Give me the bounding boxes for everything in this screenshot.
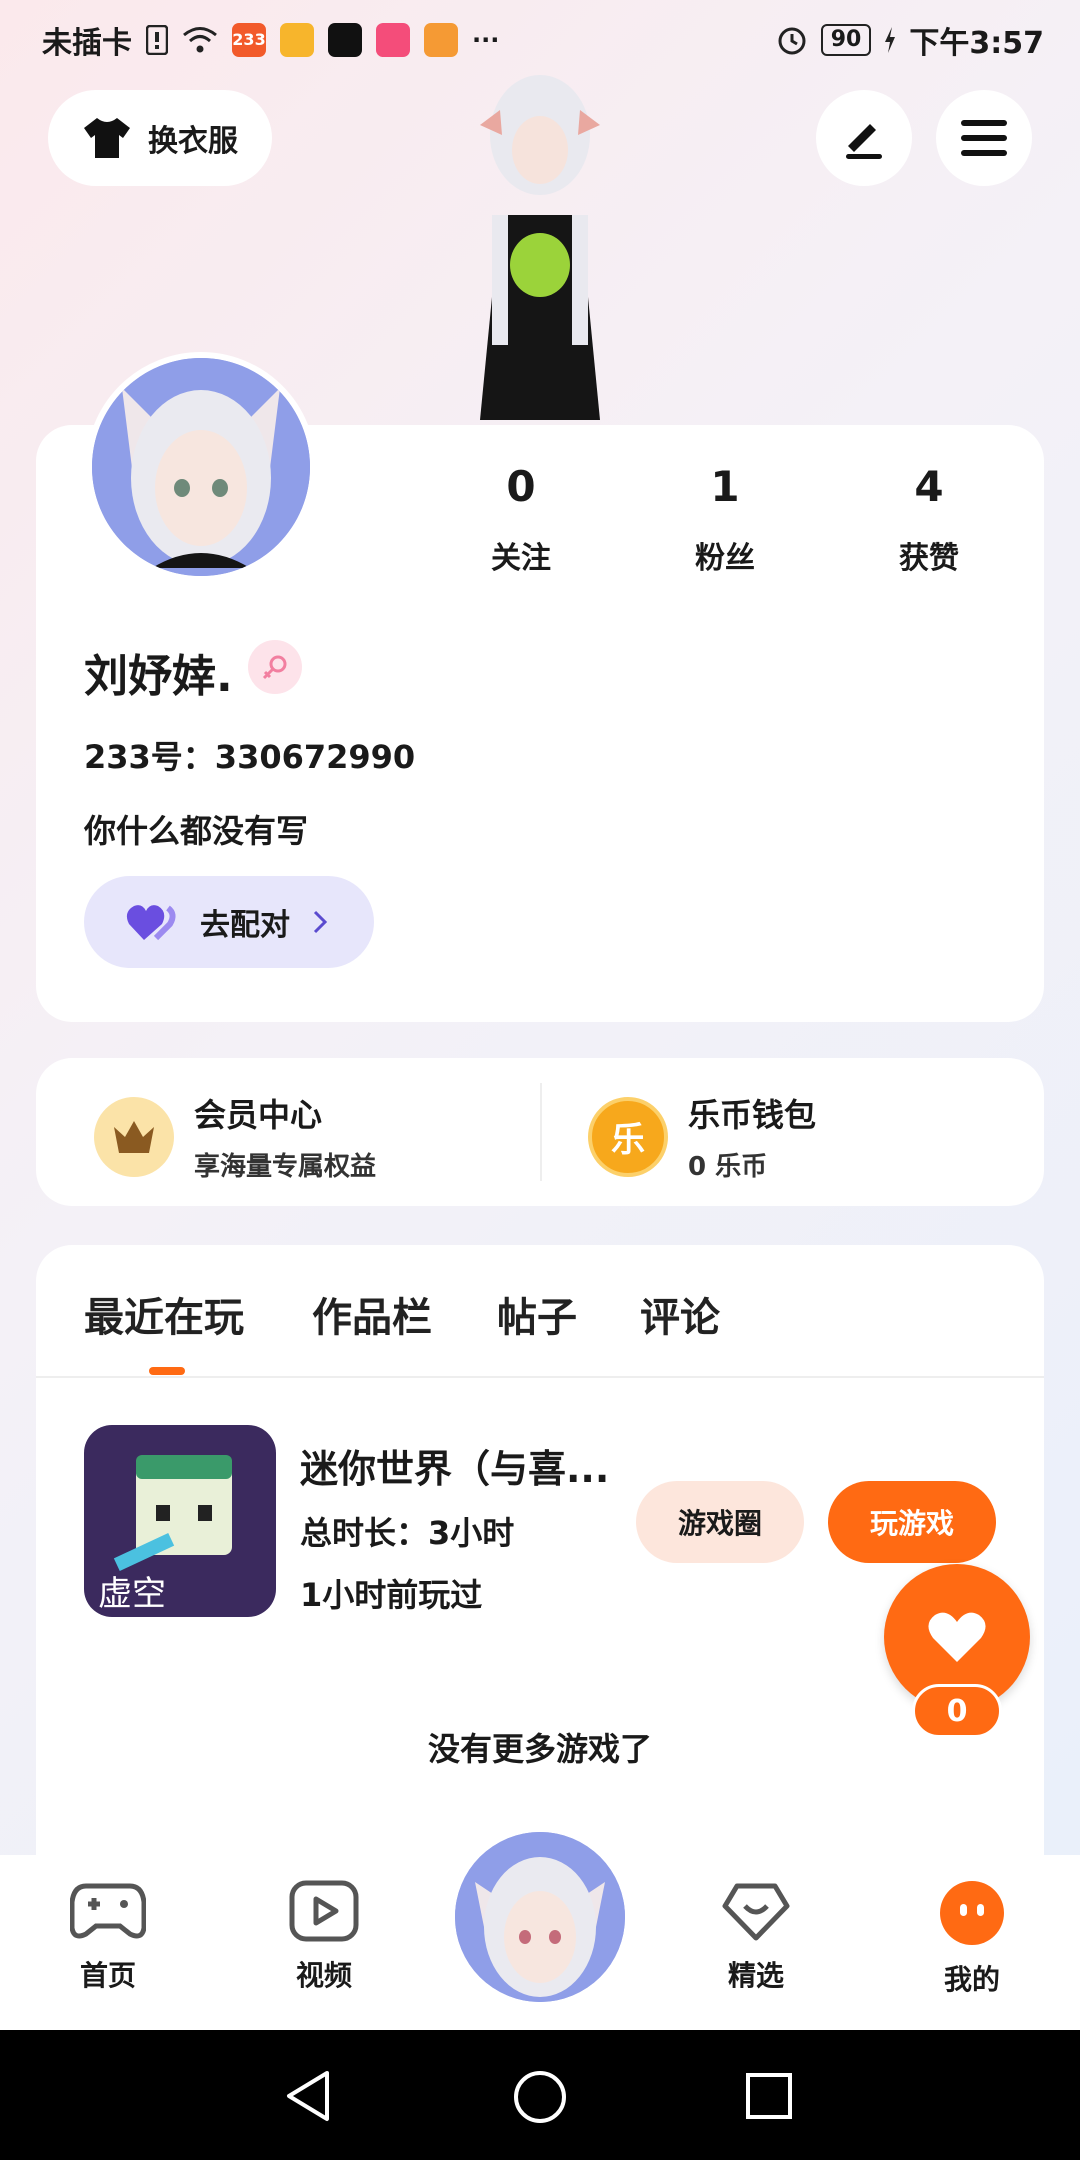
tshirt-icon [84,118,130,158]
edit-profile-button[interactable] [816,90,912,186]
hamburger-menu-icon [961,120,1007,156]
user-bio: 你什么都没有写 [84,812,309,850]
status-right: 90 下午3:57 [775,18,1044,62]
battery-indicator: 90 [820,24,872,56]
edit-pencil-icon [846,124,882,159]
play-game-button[interactable]: 玩游戏 [828,1481,996,1563]
fans-count: 1 [710,462,740,511]
following-count: 0 [506,462,536,511]
profile-face-icon [940,1881,1004,1945]
dress-up-button[interactable]: 换衣服 [48,90,272,186]
tab-works[interactable]: 作品栏 [312,1285,432,1343]
camera-app-icon [328,23,362,57]
profile-avatar[interactable] [86,352,316,582]
heart-icon [928,1612,986,1662]
play-app-icon [424,23,458,57]
nav-video[interactable]: 视频 [254,1880,394,1994]
system-navigation-bar [0,2030,1080,2160]
nav-center-avatar[interactable] [455,1832,625,2002]
likes-label: 获赞 [899,541,959,576]
tab-divider [36,1376,1044,1378]
weibo-icon [280,23,314,57]
recents-square-icon[interactable] [745,2072,793,2120]
wallet-divider [540,1083,542,1181]
nav-home[interactable]: 首页 [38,1880,178,1994]
more-notifications: ··· [472,26,500,54]
nav-home-label: 首页 [79,1959,136,1992]
video-play-icon [289,1880,359,1942]
alarm-icon [778,27,806,55]
nav-mine[interactable]: 我的 [902,1880,1042,1998]
nav-featured-label: 精选 [727,1959,784,1992]
member-center-sub: 享海量专属权益 [194,1152,377,1182]
carrier-text: 未插卡 [42,26,132,61]
coin-wallet-sub: 0 乐币 [688,1152,768,1182]
clock: 下午3:57 [909,26,1044,61]
nav-featured[interactable]: 精选 [686,1880,826,1994]
tab-posts[interactable]: 帖子 [497,1285,577,1343]
user-id: 233号：330672990 [84,738,416,776]
tab-comments[interactable]: 评论 [640,1285,720,1343]
heart-diamond-icon [722,1883,790,1941]
coin-wallet-title: 乐币钱包 [688,1096,817,1134]
game-icon[interactable]: 虚空 [84,1425,276,1617]
stat-fans[interactable]: 1 粉丝 [645,462,805,577]
active-tab-indicator [149,1367,185,1375]
menu-button[interactable] [936,90,1032,186]
coin-wallet[interactable]: 乐 乐币钱包 0 乐币 [588,1090,816,1183]
match-label: 去配对 [200,908,290,943]
status-left: 未插卡 233 ··· [42,18,499,62]
nav-video-label: 视频 [295,1959,352,1992]
crown-icon [94,1096,174,1177]
tab-recently-played[interactable]: 最近在玩 [84,1285,244,1343]
match-button[interactable]: 去配对 [84,876,374,968]
back-icon[interactable] [285,2070,331,2122]
stat-likes[interactable]: 4 获赞 [849,462,1009,577]
following-label: 关注 [491,541,551,576]
avatar-3d-figure[interactable] [430,65,650,425]
username: 刘妤婞. [84,651,233,702]
member-center[interactable]: 会员中心 享海量专属权益 [94,1090,376,1183]
nav-mine-label: 我的 [943,1963,1000,1996]
gamepad-icon [69,1883,147,1939]
coin-icon: 乐 [588,1096,668,1177]
female-gender-icon [248,640,302,694]
charging-icon [885,27,896,53]
member-center-title: 会员中心 [194,1096,323,1134]
fans-label: 粉丝 [695,541,755,576]
app-233-icon: 233 [232,23,266,57]
dress-up-label: 换衣服 [148,124,238,159]
game-title[interactable]: 迷你世界（与喜... [300,1438,609,1493]
game-circle-button[interactable]: 游戏圈 [636,1481,804,1563]
video-app-icon [376,23,410,57]
status-bar: 未插卡 233 ··· 90 下午3:57 [0,0,1080,75]
likes-count: 4 [914,462,944,511]
heart-match-icon [126,905,176,941]
game-last-played: 1小时前玩过 [300,1576,483,1614]
sim-icon [146,25,168,55]
stat-following[interactable]: 0 关注 [441,462,601,577]
chevron-right-icon [313,910,328,934]
game-icon-text: 虚空 [98,1575,166,1613]
no-more-games-text: 没有更多游戏了 [427,1730,652,1768]
game-duration: 总时长：3小时 [300,1514,515,1552]
wifi-icon [183,27,217,53]
home-circle-icon[interactable] [513,2070,567,2124]
